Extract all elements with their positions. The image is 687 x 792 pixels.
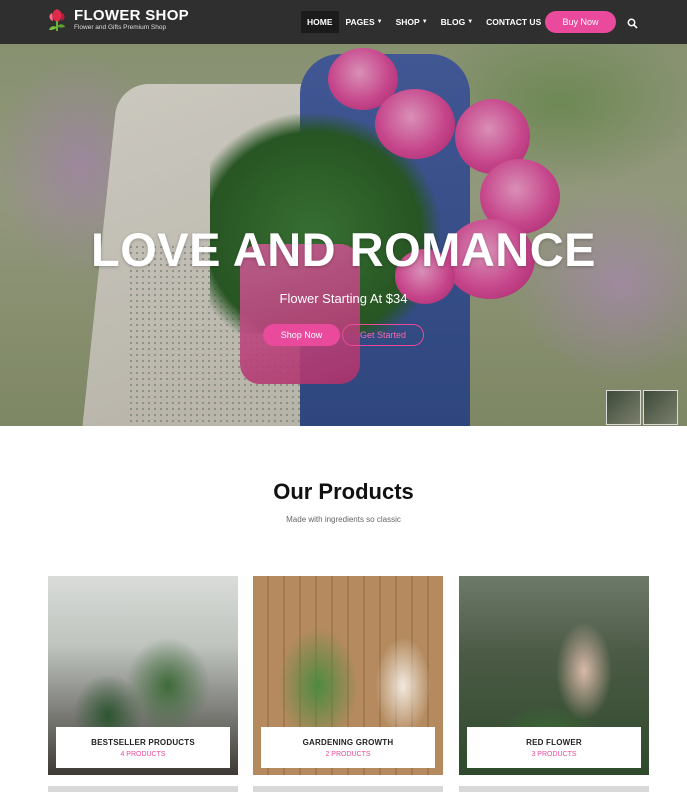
top-navbar: FLOWER SHOP Flower and Gifts Premium Sho… (0, 0, 687, 44)
chevron-down-icon: ▼ (376, 19, 383, 25)
nav-item-pages[interactable]: PAGES ▼ (340, 11, 389, 33)
nav-item-label: PAGES (345, 17, 375, 27)
card-count: 2 PRODUCTS (325, 750, 371, 758)
section-subtitle: Made with ingredients so classic (286, 515, 401, 524)
nav-item-shop[interactable]: SHOP ▼ (390, 11, 434, 33)
next-row-card (253, 786, 443, 792)
product-category-card[interactable]: RED FLOWER 3 PRODUCTS (459, 576, 649, 775)
buy-now-button[interactable]: Buy Now (545, 11, 616, 33)
product-category-card[interactable]: GARDENING GROWTH 2 PRODUCTS (253, 576, 443, 775)
brand-name: FLOWER SHOP (74, 7, 189, 25)
nav-item-home[interactable]: HOME (301, 11, 339, 33)
slide-thumbnail[interactable] (643, 390, 678, 425)
nav-item-label: HOME (307, 17, 333, 27)
nav-item-blog[interactable]: BLOG ▼ (435, 11, 480, 33)
shop-now-button[interactable]: Shop Now (263, 324, 340, 346)
brand-logo[interactable]: FLOWER SHOP Flower and Gifts Premium Sho… (46, 7, 189, 33)
hero-banner: LOVE AND ROMANCE Flower Starting At $34 … (0, 44, 687, 426)
chevron-down-icon: ▼ (467, 19, 474, 25)
card-title: BESTSELLER PRODUCTS (91, 737, 195, 747)
nav-item-label: CONTACT US (486, 17, 542, 27)
brand-tagline: Flower and Gifts Premium Shop (74, 24, 167, 32)
card-label: BESTSELLER PRODUCTS 4 PRODUCTS (56, 727, 230, 768)
nav-item-label: BLOG (440, 17, 466, 27)
section-title: Our Products (273, 479, 414, 504)
card-title: GARDENING GROWTH (302, 737, 394, 747)
nav-item-contact-us[interactable]: CONTACT US (480, 11, 547, 33)
hero-title: LOVE AND ROMANCE (91, 223, 596, 276)
card-title: RED FLOWER (526, 737, 582, 747)
product-category-card[interactable]: BESTSELLER PRODUCTS 4 PRODUCTS (48, 576, 238, 775)
card-count: 3 PRODUCTS (531, 750, 577, 758)
card-count: 4 PRODUCTS (120, 750, 166, 758)
slide-thumbnail[interactable] (606, 390, 641, 425)
chevron-down-icon: ▼ (421, 19, 428, 25)
flower-logo-icon (46, 7, 68, 33)
card-label: GARDENING GROWTH 2 PRODUCTS (261, 727, 435, 768)
search-icon[interactable] (627, 16, 638, 29)
hero-subtitle: Flower Starting At $34 (279, 291, 408, 306)
get-started-button[interactable]: Get Started (342, 324, 424, 346)
next-row-card (48, 786, 238, 792)
next-row-card (459, 786, 649, 792)
card-label: RED FLOWER 3 PRODUCTS (467, 727, 641, 768)
main-nav: HOME PAGES ▼ SHOP ▼ BLOG ▼ CONTACT US (301, 11, 548, 33)
nav-item-label: SHOP (395, 17, 420, 27)
